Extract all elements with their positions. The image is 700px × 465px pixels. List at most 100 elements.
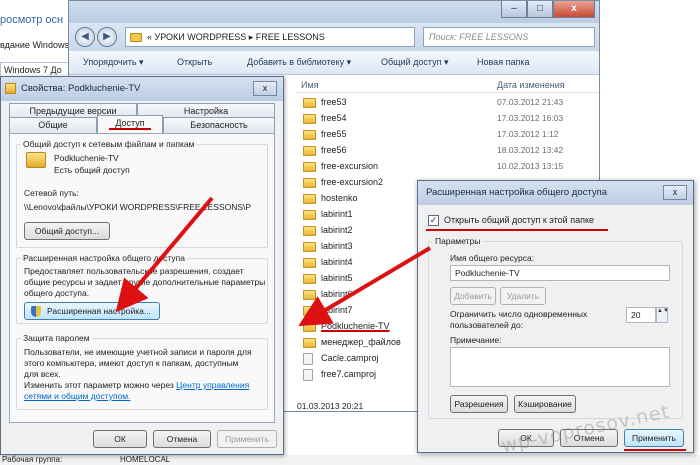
tab-security[interactable]: Безопасность xyxy=(163,117,275,133)
address-path: « УРОКИ WORDPRESS ▸ FREE LESSONS xyxy=(147,31,325,42)
back-button[interactable]: ◀ xyxy=(75,27,95,47)
advanced-titlebar[interactable]: Расширенная настройка общего доступа x xyxy=(418,181,693,205)
close-button[interactable]: x xyxy=(253,81,277,96)
cancel-button[interactable]: Отмена xyxy=(153,430,211,448)
address-bar-row: ◀ ▶ « УРОКИ WORDPRESS ▸ FREE LESSONS Пои… xyxy=(69,23,599,51)
file-row[interactable]: free55 17.03.2012 1:12 xyxy=(297,127,599,143)
column-headers: Имя Дата изменения xyxy=(297,77,599,93)
explorer-titlebar[interactable]: – □ x xyxy=(69,1,599,25)
caption-buttons: – □ x xyxy=(501,1,595,19)
file-name: labirint1 xyxy=(321,209,353,219)
bg-text: вдание Windows xyxy=(0,40,69,50)
network-center-link[interactable]: Центр управления xyxy=(176,380,249,390)
file-name: labirint2 xyxy=(321,225,353,235)
caching-button[interactable]: Кэширование xyxy=(514,395,576,413)
bg-footer: Рабочая группа: HOMELOCAL xyxy=(0,455,700,465)
folder-icon xyxy=(303,162,316,172)
tab-sharing[interactable]: Доступ xyxy=(97,115,163,133)
file-row[interactable]: free54 17.03.2012 16:03 xyxy=(297,111,599,127)
advanced-desc-line3: общего доступа. xyxy=(24,288,90,298)
share-folder-checkbox[interactable]: ✓ xyxy=(428,215,439,226)
file-name: labirint7 xyxy=(321,305,353,315)
close-button[interactable]: x xyxy=(553,1,595,18)
share-folder-label[interactable]: Открыть общий доступ к этой папке xyxy=(444,215,594,225)
folder-icon xyxy=(303,258,316,268)
advanced-sharing-button[interactable]: Расширенная настройка... xyxy=(24,302,160,320)
status-date: 01.03.2013 20:21 xyxy=(297,401,364,411)
folder-icon xyxy=(303,194,316,204)
ok-button[interactable]: ОК xyxy=(93,430,147,448)
folder-icon xyxy=(303,98,316,108)
maximize-button[interactable]: □ xyxy=(527,1,553,18)
folder-icon xyxy=(303,130,316,140)
shield-icon xyxy=(31,306,41,317)
tab-general[interactable]: Общие xyxy=(9,117,97,133)
forward-button[interactable]: ▶ xyxy=(97,27,117,47)
note-textarea[interactable] xyxy=(450,347,670,387)
file-date: 17.03.2012 1:12 xyxy=(497,129,559,139)
file-name: hostenko xyxy=(321,193,358,203)
column-date[interactable]: Дата изменения xyxy=(497,80,565,90)
group-title: Общий доступ к сетевым файлам и папкам xyxy=(21,139,197,149)
password-desc-line2: этого компьютера, имеют доступ к папкам,… xyxy=(24,358,239,368)
address-bar[interactable]: « УРОКИ WORDPRESS ▸ FREE LESSONS xyxy=(125,27,415,47)
file-name: labirint4 xyxy=(321,257,353,267)
permissions-button[interactable]: Разрешения xyxy=(450,395,508,413)
network-path: \\Lenovo\файлы\УРОКИ WORDPRESS\FREE LESS… xyxy=(24,202,252,212)
user-limit-input[interactable]: 20 xyxy=(626,307,656,323)
file-date: 07.03.2012 21:43 xyxy=(497,97,564,107)
group-title: Расширенная настройка общего доступа xyxy=(21,253,187,263)
password-change-text: Изменить этот параметр можно через Центр… xyxy=(24,380,249,390)
file-row[interactable]: free56 18.03.2012 13:42 xyxy=(297,143,599,159)
search-input[interactable]: Поиск: FREE LESSONS xyxy=(423,27,595,47)
folder-name: Podkluchenie-TV xyxy=(54,153,119,163)
folder-icon xyxy=(303,210,316,220)
add-to-library-button[interactable]: Добавить в библиотеку ▾ xyxy=(247,57,351,68)
file-name: free7.camproj xyxy=(321,369,377,379)
file-name: labirint3 xyxy=(321,241,353,251)
password-desc-line1: Пользователи, не имеющие учетной записи … xyxy=(24,347,252,357)
limit-label-line2: пользователей до: xyxy=(450,320,524,330)
share-button[interactable]: Общий доступ ▾ xyxy=(381,57,449,68)
file-date: 18.03.2012 13:42 xyxy=(497,145,564,155)
file-icon xyxy=(303,353,313,365)
folder-icon xyxy=(303,338,316,348)
file-row[interactable]: free53 07.03.2012 21:43 xyxy=(297,95,599,111)
share-name-input[interactable]: Podkluchenie-TV xyxy=(450,265,670,281)
group-title: Защита паролем xyxy=(21,333,92,343)
properties-titlebar[interactable]: Свойства: Podkluchenie-TV x xyxy=(1,77,283,101)
apply-button[interactable]: Применить xyxy=(624,429,684,447)
folder-icon xyxy=(26,152,46,168)
user-limit-spinner[interactable]: ▲▼ xyxy=(656,307,669,323)
close-button[interactable]: x xyxy=(663,185,687,200)
open-button[interactable]: Открыть xyxy=(177,57,212,67)
properties-title: Свойства: Podkluchenie-TV xyxy=(21,83,141,94)
file-name: free56 xyxy=(321,145,347,155)
workgroup-label: Рабочая группа: xyxy=(2,455,63,464)
file-name: Podkluchenie-TV xyxy=(321,321,390,331)
new-folder-button[interactable]: Новая папка xyxy=(477,57,529,67)
organize-button[interactable]: Упорядочить ▾ xyxy=(83,57,144,68)
file-row[interactable]: free-excursion 10.02.2013 13:15 xyxy=(297,159,599,175)
folder-icon xyxy=(303,306,316,316)
properties-dialog: Свойства: Podkluchenie-TV x Предыдущие в… xyxy=(0,76,284,455)
advanced-desc-line1: Предоставляет пользовательские разрешени… xyxy=(24,266,244,276)
share-button[interactable]: Общий доступ... xyxy=(24,222,110,240)
file-name: free54 xyxy=(321,113,347,123)
file-name: labirint6 xyxy=(321,289,353,299)
password-desc-line3: для всех. xyxy=(24,369,61,379)
file-name: free-excursion xyxy=(321,161,379,171)
column-name[interactable]: Имя xyxy=(301,80,319,90)
share-status: Есть общий доступ xyxy=(54,165,130,175)
file-date: 10.02.2013 13:15 xyxy=(497,161,564,171)
apply-button[interactable]: Применить xyxy=(217,430,277,448)
remove-button[interactable]: Удалить xyxy=(500,287,546,305)
folder-icon xyxy=(303,226,316,236)
advanced-desc-line2: общие ресурсы и задает другие дополнител… xyxy=(24,277,266,287)
advanced-sharing-label: Расширенная настройка... xyxy=(47,306,151,316)
file-date: 17.03.2012 16:03 xyxy=(497,113,564,123)
network-center-link-2[interactable]: сетями и общим доступом. xyxy=(24,391,131,401)
file-name: free53 xyxy=(321,97,347,107)
add-button[interactable]: Добавить xyxy=(450,287,496,305)
minimize-button[interactable]: – xyxy=(501,1,527,18)
